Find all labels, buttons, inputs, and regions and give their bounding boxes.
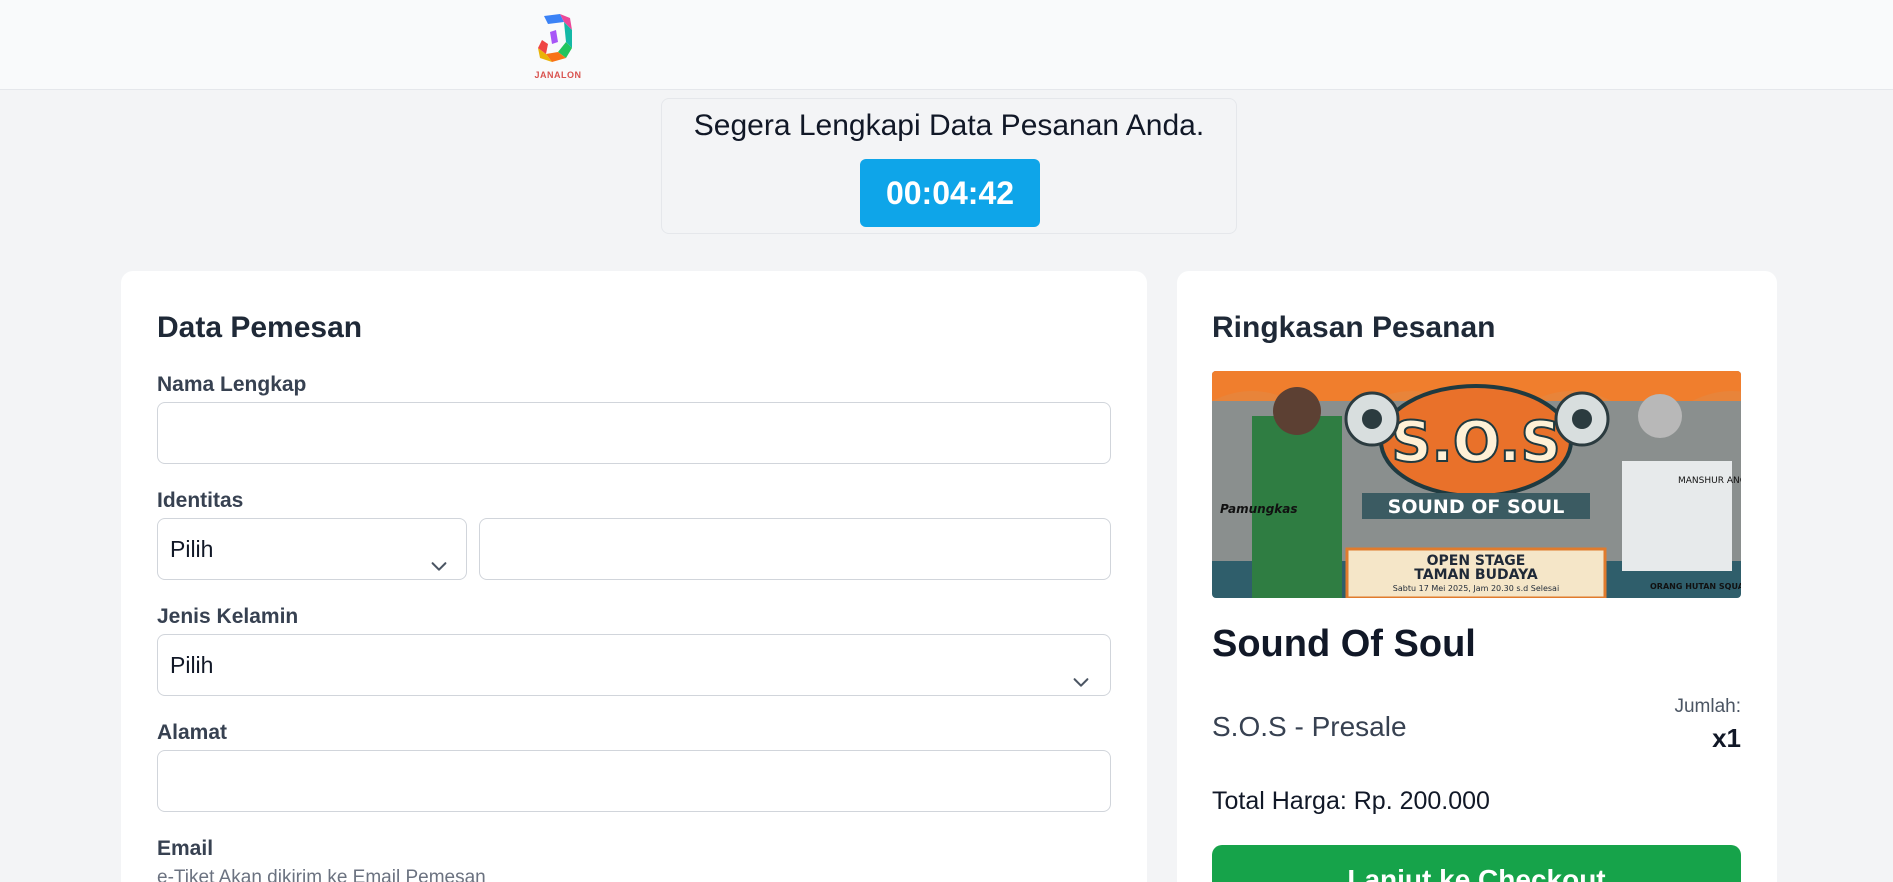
gender-value: Pilih: [170, 652, 214, 678]
chevron-down-icon: [428, 539, 450, 571]
order-summary-card: Ringkasan Pesanan S.O.S SOUND OF SOUL OP…: [1177, 271, 1777, 882]
banner-artist-right: MANSHUR ANGKLONG: [1678, 476, 1741, 486]
booker-form-card: Data Pemesan Nama Lengkap Identitas Pili…: [121, 271, 1147, 882]
banner-line2: TAMAN BUDAYA: [1414, 567, 1538, 583]
logo-mark-icon: [538, 14, 572, 62]
full-name-input[interactable]: [157, 402, 1111, 464]
full-name-label: Nama Lengkap: [157, 373, 307, 396]
address-label: Alamat: [157, 721, 228, 744]
top-navbar: JANALON: [0, 0, 1893, 90]
banner-artist-left: Pamungkas: [1220, 502, 1298, 516]
timer-panel: Segera Lengkapi Data Pesanan Anda. 00:04…: [661, 98, 1237, 234]
quantity-label: Jumlah:: [1674, 696, 1741, 717]
address-input[interactable]: [157, 750, 1111, 812]
form-title: Data Pemesan: [157, 311, 363, 344]
chevron-down-icon: [1070, 655, 1092, 687]
gender-select[interactable]: Pilih: [157, 634, 1111, 696]
ticket-name: S.O.S - Presale: [1212, 711, 1407, 742]
banner-date: Sabtu 17 Mei 2025, Jam 20.30 s.d Selesai: [1393, 584, 1559, 593]
countdown-timer: 00:04:42: [860, 159, 1040, 227]
logo-text: JANALON: [534, 70, 582, 80]
event-banner-image: S.O.S SOUND OF SOUL OPEN STAGE TAMAN BUD…: [1212, 371, 1741, 598]
identity-type-select[interactable]: Pilih: [157, 518, 467, 580]
event-name: Sound Of Soul: [1212, 623, 1476, 665]
checkout-button[interactable]: Lanjut ke Checkout: [1212, 845, 1741, 882]
summary-title: Ringkasan Pesanan: [1212, 311, 1496, 344]
identity-label: Identitas: [157, 489, 244, 512]
quantity-value: x1: [1712, 723, 1741, 753]
brand-logo[interactable]: JANALON: [530, 12, 586, 82]
total-price: Total Harga: Rp. 200.000: [1212, 787, 1490, 815]
email-label: Email: [157, 837, 214, 860]
banner-headline: S.O.S: [1391, 410, 1561, 475]
email-hint: e-Tiket Akan dikirim ke Email Pemesan: [157, 867, 486, 882]
timer-title: Segera Lengkapi Data Pesanan Anda.: [693, 109, 1205, 142]
banner-subtitle: SOUND OF SOUL: [1388, 496, 1565, 518]
identity-number-input[interactable]: [479, 518, 1111, 580]
gender-label: Jenis Kelamin: [157, 605, 299, 628]
identity-type-value: Pilih: [170, 536, 214, 562]
banner-artist-bottom: ORANG HUTAN SQUAD: [1650, 582, 1741, 591]
